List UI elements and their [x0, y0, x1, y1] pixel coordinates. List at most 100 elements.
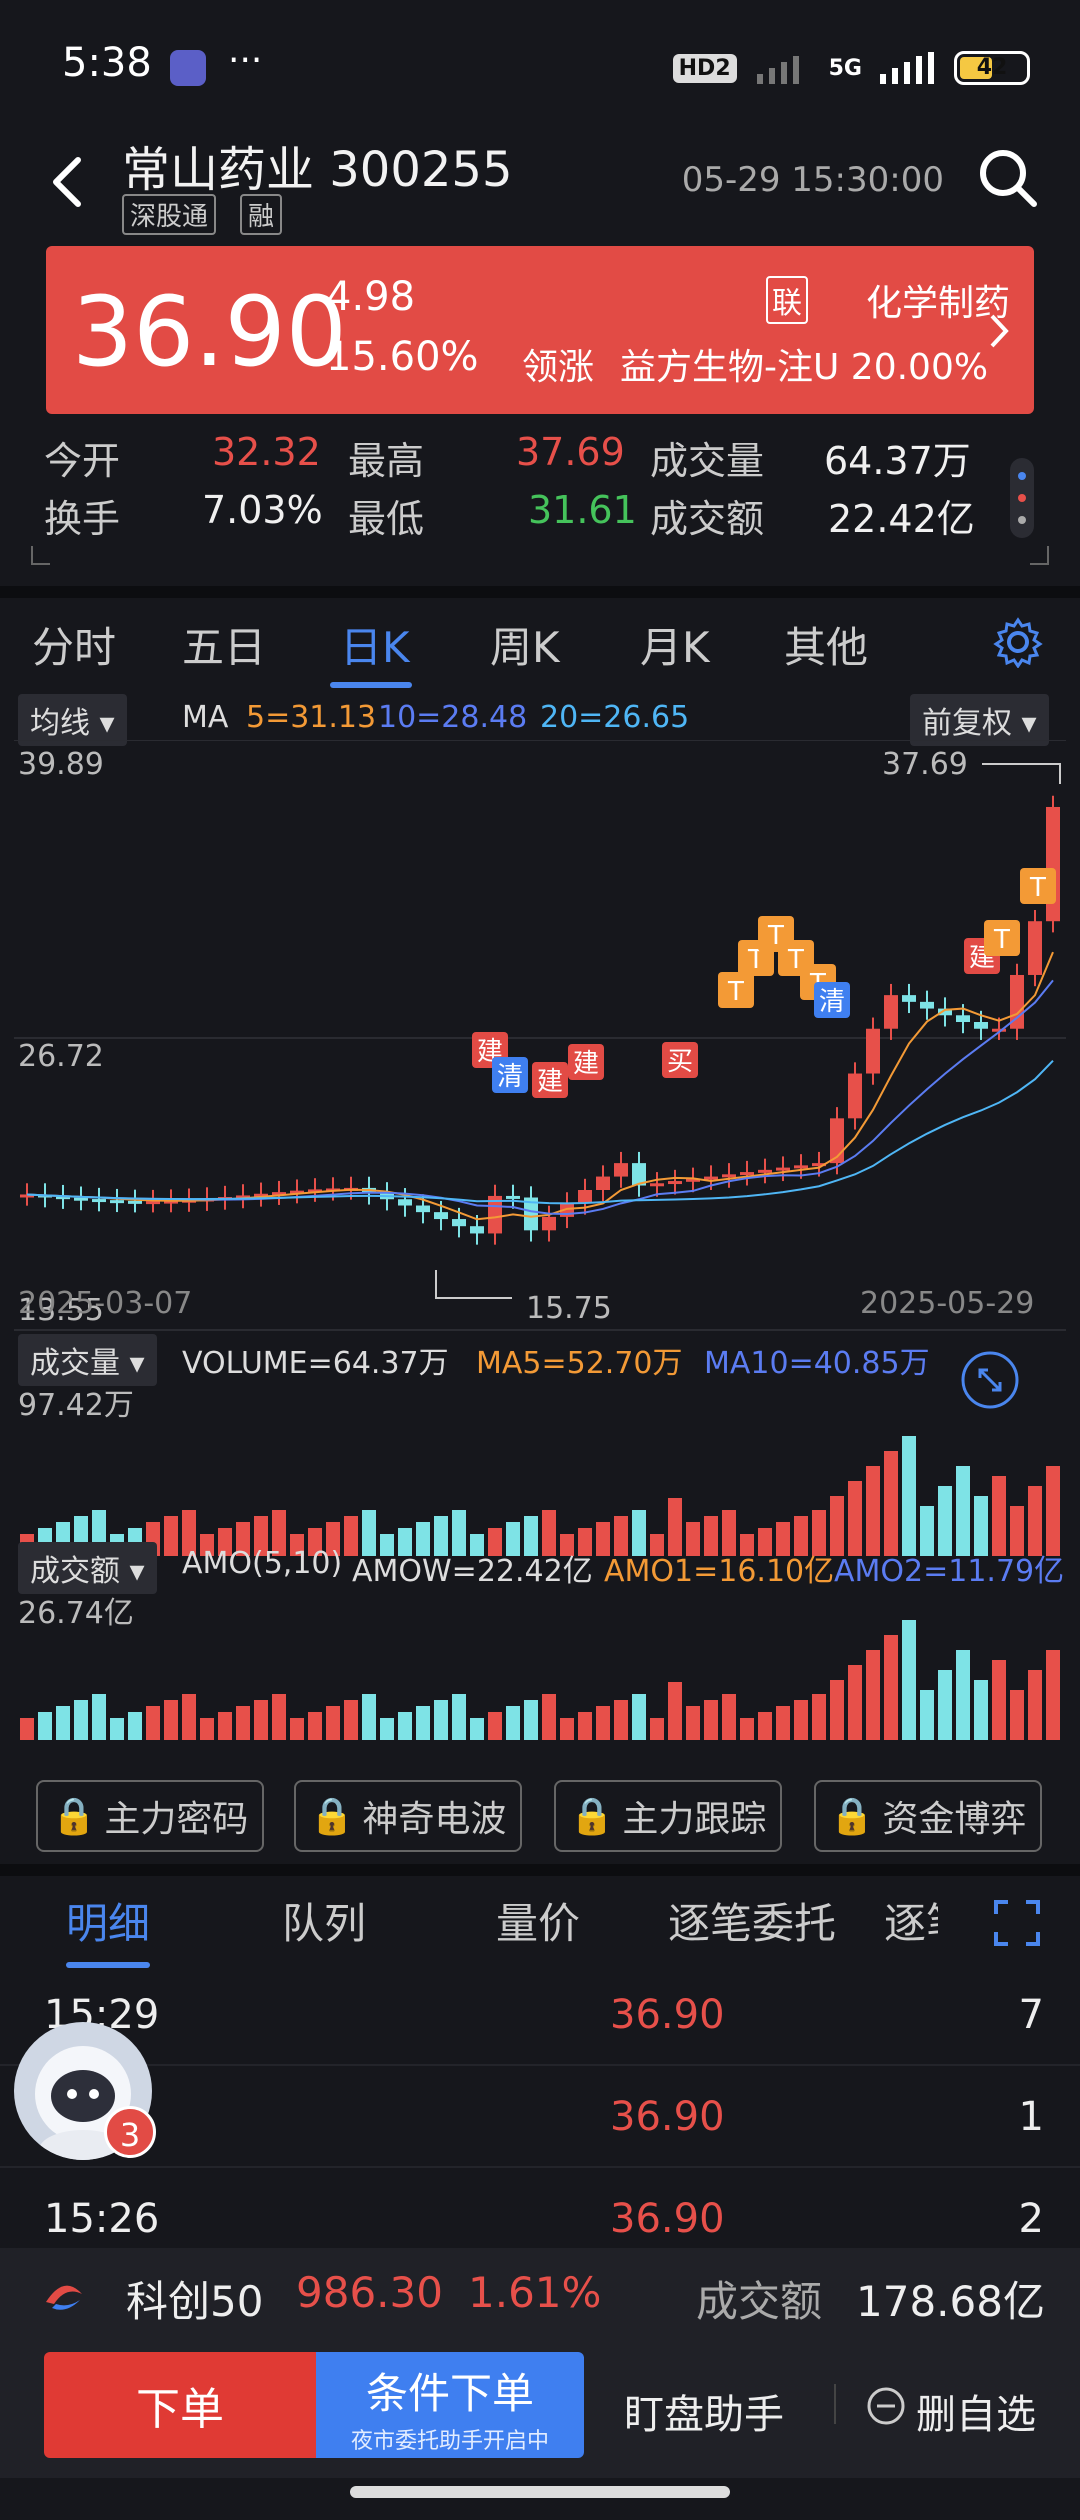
volume-bar: [1028, 1670, 1042, 1740]
trade-row: 15:29 36.90 7: [0, 1966, 1080, 2066]
fullscreen-icon[interactable]: [994, 1900, 1040, 1946]
volume-bar: [614, 1700, 628, 1740]
adjust-dropdown[interactable]: 前复权 ▾: [910, 694, 1049, 746]
volume-dropdown[interactable]: 成交量 ▾: [18, 1334, 157, 1386]
high-value: 37.69: [516, 430, 625, 474]
tool-main-force-code[interactable]: 🔒 主力密码: [36, 1780, 264, 1852]
candle: [470, 1226, 484, 1234]
gear-icon[interactable]: [992, 616, 1044, 668]
volume-bar: [938, 1670, 952, 1740]
tab-tick-by-tick[interactable]: 逐笔: [884, 1890, 938, 1951]
indicator-dropdown[interactable]: 均线 ▾: [18, 694, 127, 746]
status-indicators: HD2 5G 42: [672, 48, 1030, 88]
trade-price: 36.90: [610, 2094, 725, 2140]
tab-five-day[interactable]: 五日: [182, 614, 266, 675]
margin-tag: 融: [240, 194, 283, 235]
volume-bar: [236, 1706, 250, 1740]
signal-label: T: [993, 925, 1010, 955]
lock-icon: 🔒: [569, 1796, 615, 1837]
high-label: 最高: [348, 439, 425, 483]
volume-bar: [452, 1694, 466, 1740]
tab-intraday[interactable]: 分时: [32, 614, 116, 675]
watch-assistant-button[interactable]: 盯盘助手: [624, 2382, 784, 2440]
volume-bar: [704, 1700, 718, 1740]
index-ticker-bar[interactable]: 科创50 986.30 1.61% 成交额 178.68亿: [0, 2248, 1080, 2348]
volume-bar: [848, 1481, 862, 1556]
tool-main-force-tracking[interactable]: 🔒 主力跟踪: [554, 1780, 782, 1852]
volume-bar: [434, 1700, 448, 1740]
volume-bar: [848, 1665, 862, 1740]
candle: [884, 995, 898, 1029]
volume-bar: [902, 1620, 916, 1740]
index-name: 科创50: [126, 2277, 264, 2326]
index-pct: 1.61%: [468, 2268, 602, 2317]
candle: [92, 1199, 106, 1203]
more-quotes-button[interactable]: [1010, 458, 1034, 538]
candle: [974, 1022, 988, 1029]
candle: [416, 1205, 430, 1213]
order-button[interactable]: 下单: [44, 2352, 316, 2458]
index-value: 986.30: [296, 2268, 443, 2317]
tab-volume-price[interactable]: 量价: [496, 1890, 580, 1951]
volume-bar: [542, 1694, 556, 1740]
tool-magic-wave[interactable]: 🔒 神奇电波: [294, 1780, 522, 1852]
hk-connect-tag: 深股通: [122, 194, 217, 235]
candle: [650, 1183, 664, 1187]
sector-tag: 联: [766, 276, 808, 324]
divider: [0, 586, 1080, 598]
candle: [74, 1197, 88, 1201]
home-indicator: [350, 2486, 730, 2498]
tab-order-by-order[interactable]: 逐笔委托: [668, 1890, 836, 1951]
volume-chart: [20, 1436, 1060, 1556]
signal-label: 清: [819, 987, 845, 1017]
network-type: 5G: [828, 55, 862, 81]
volume-bar: [740, 1718, 754, 1740]
candle: [704, 1176, 718, 1180]
tab-daily-k[interactable]: 日K: [340, 614, 410, 675]
kline-chart-area[interactable]: 均线 ▾ MA 5=31.13 10=28.48 20=26.65 前复权 ▾ …: [0, 690, 1080, 1760]
ma5-value: 5=31.13: [246, 700, 377, 735]
candle: [1046, 806, 1060, 922]
more-notifications-icon: ···: [228, 40, 263, 81]
search-icon[interactable]: [976, 146, 1040, 210]
volume-bar: [884, 1451, 898, 1556]
price-card[interactable]: 36.90 4.98 15.60% 联 化学制药 领涨 益方生物-注U 20.0…: [46, 246, 1034, 414]
high-mark: 37.69: [882, 747, 968, 782]
volume-bar: [812, 1694, 826, 1740]
active-tab-underline: [330, 682, 412, 688]
volume-bar: [758, 1712, 772, 1740]
remove-favorite-button[interactable]: 删自选: [916, 2382, 1036, 2440]
tool-capital-game[interactable]: 🔒 资金博弈: [814, 1780, 1042, 1852]
tab-detail[interactable]: 明细: [66, 1890, 150, 1951]
candle: [776, 1167, 790, 1171]
date-start: 2025-03-07: [18, 1286, 193, 1321]
volume-bar: [650, 1718, 664, 1740]
volume-bar: [524, 1700, 538, 1740]
index-amount: 178.68亿: [856, 2277, 1045, 2326]
candle: [758, 1169, 772, 1173]
volume-bar: [308, 1712, 322, 1740]
tab-weekly-k[interactable]: 周K: [490, 614, 560, 675]
volume-bar: [110, 1718, 124, 1740]
chevron-right-icon: [990, 314, 1009, 348]
lock-icon: 🔒: [51, 1796, 97, 1837]
index-logo-icon: [46, 2285, 82, 2310]
signal-label: 建: [537, 1067, 563, 1097]
volume-bar: [1046, 1650, 1060, 1740]
amount-dropdown[interactable]: 成交额 ▾: [18, 1542, 157, 1594]
back-arrow-icon[interactable]: [44, 152, 94, 212]
tab-monthly-k[interactable]: 月K: [640, 614, 710, 675]
current-price: 36.90: [72, 276, 347, 388]
hd-badge: HD2: [672, 53, 737, 83]
volume-bar: [668, 1682, 682, 1740]
detail-tabs: 明细 队列 量价 逐笔委托 逐笔: [0, 1876, 1080, 1968]
volume-bar: [686, 1706, 700, 1740]
tab-other[interactable]: 其他: [784, 614, 868, 675]
tab-queue[interactable]: 队列: [282, 1890, 366, 1951]
trade-volume: 1: [1018, 2094, 1044, 2140]
expand-icon[interactable]: [960, 1350, 1020, 1410]
candle: [434, 1212, 448, 1220]
conditional-order-button[interactable]: 条件下单 夜市委托助手开启中: [316, 2352, 584, 2458]
status-time: 5:38: [62, 40, 152, 86]
volume-bar: [866, 1650, 880, 1740]
